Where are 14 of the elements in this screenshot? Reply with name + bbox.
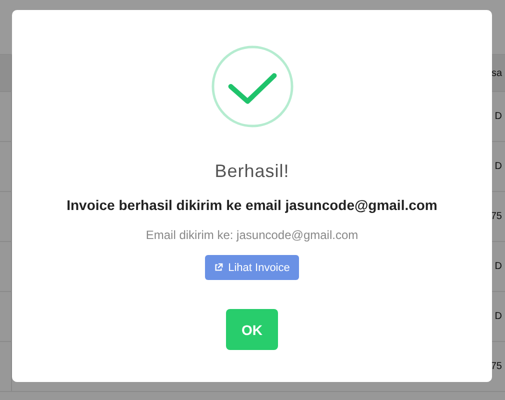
email-detail: Email dikirim ke: jasuncode@gmail.com bbox=[146, 228, 358, 242]
ok-button[interactable]: OK bbox=[226, 309, 278, 350]
external-link-icon bbox=[214, 263, 224, 272]
table-cell-text: D bbox=[494, 111, 503, 122]
column-header: sa bbox=[490, 68, 503, 78]
table-cell-text: 75 bbox=[490, 361, 503, 372]
table-cell-text: D bbox=[494, 311, 503, 322]
table-cell-text: 75 bbox=[490, 211, 503, 222]
success-message: Invoice berhasil dikirim ke email jasuncode@gmail.com bbox=[66, 197, 438, 213]
view-invoice-button[interactable]: Lihat Invoice bbox=[205, 255, 299, 280]
success-check-icon bbox=[210, 45, 294, 128]
table-cell-text: D bbox=[494, 161, 503, 172]
table-cell-text: D bbox=[494, 261, 503, 272]
dialog-title: Berhasil! bbox=[214, 161, 290, 182]
